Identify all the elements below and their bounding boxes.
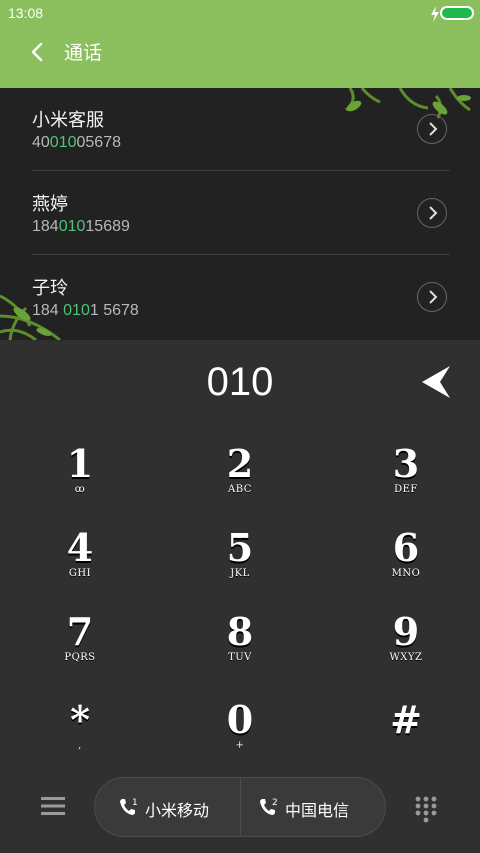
key-7[interactable]: 7 PQRS [20,612,140,688]
key-4[interactable]: 4 GHI [20,528,140,604]
phone-sim1-icon: 1 [120,798,138,815]
key-hash[interactable]: # [346,700,466,776]
voicemail-icon: ꝏ [74,484,86,495]
contact-detail-button[interactable] [417,282,447,312]
page-title: 通话 [64,42,103,64]
chevron-right-icon [429,206,438,220]
contact-number: 18401015689 [32,218,130,235]
key-star[interactable]: *, [20,700,140,776]
contact-number: 184 0101 5678 [32,302,139,319]
call-sim2-button[interactable]: 2 中国电信 [241,778,386,836]
contact-name: 子玲 [32,278,68,299]
status-time: 13:08 [8,5,44,21]
key-1[interactable]: 1ꝏ [20,444,140,520]
key-8[interactable]: 8 TUV [180,612,300,688]
contact-number: 4001005678 [32,134,121,151]
key-3[interactable]: 3 DEF [346,444,466,520]
contact-row[interactable]: 小米客服 4001005678 [0,88,480,172]
call-sim1-button[interactable]: 1 小米移动 [95,778,240,836]
contact-search-results: 小米客服 4001005678 燕婷 18401015689 子玲 184 01… [0,88,480,340]
contact-detail-button[interactable] [417,198,447,228]
dialer-bottom-bar: 1 小米移动 2 中国电信 [0,775,480,853]
key-5[interactable]: 5 JKL [180,528,300,604]
contact-row[interactable]: 子玲 184 0101 5678 [0,256,480,340]
key-9[interactable]: 9 WXYZ [346,612,466,688]
number-match-highlight: 010 [63,302,90,319]
key-2[interactable]: 2 ABC [180,444,300,520]
phone-sim2-icon: 2 [260,798,278,815]
app-header: 通话 [0,28,480,88]
dialpad: 010 1ꝏ 2 ABC 3 DEF 4 GHI 5 JKL 6 MNO 7 PQRS 8T… [0,340,480,853]
svg-text:1: 1 [132,798,138,808]
dialpad-toggle-icon[interactable] [414,795,438,823]
chevron-right-icon [429,122,438,136]
menu-icon[interactable] [41,796,65,816]
key-6[interactable]: 6 MNO [346,528,466,604]
number-match-highlight: 010 [58,218,86,235]
battery-icon [440,6,474,20]
contact-name: 燕婷 [32,194,68,215]
charging-icon [431,6,439,22]
backspace-icon[interactable] [418,364,454,400]
status-bar: 13:08 [0,0,480,28]
key-0[interactable]: 0 + [180,700,300,776]
contact-detail-button[interactable] [417,114,447,144]
sim2-carrier-label: 中国电信 [285,801,350,820]
divider [32,254,450,255]
sim-call-buttons: 1 小米移动 2 中国电信 [94,777,386,837]
chevron-right-icon [429,290,438,304]
contact-row[interactable]: 燕婷 18401015689 [0,172,480,256]
svg-text:2: 2 [272,798,278,808]
dialed-number-display: 010 [206,360,274,404]
number-match-highlight: 010 [49,134,77,151]
sim1-carrier-label: 小米移动 [145,801,210,820]
divider [32,170,450,171]
back-arrow-icon[interactable] [26,40,50,64]
contact-name: 小米客服 [32,110,104,131]
